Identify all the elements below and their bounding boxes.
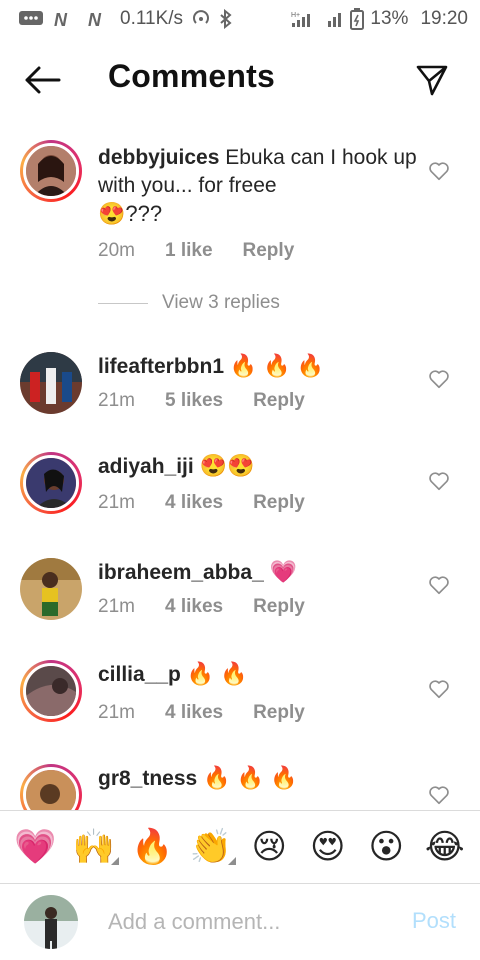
username[interactable]: adiyah_iji: [98, 455, 194, 478]
username[interactable]: debbyjuices: [98, 146, 219, 169]
comment-emoji: 😍😍: [199, 453, 255, 478]
username[interactable]: gr8_tness: [98, 767, 197, 790]
variant-indicator-icon: [227, 857, 236, 865]
current-user-avatar: [24, 895, 78, 949]
status-bar: N N 0.11K/s H+ 13% 19:20: [0, 0, 480, 38]
avatar[interactable]: [20, 140, 82, 202]
emoji-fire-button[interactable]: 🔥: [129, 827, 175, 867]
back-button[interactable]: [22, 60, 62, 100]
comment-text: lifeafterbbn1 🔥 🔥 🔥: [98, 352, 420, 381]
comment-text: adiyah_iji 😍😍: [98, 452, 420, 481]
variant-indicator-icon: [110, 857, 119, 865]
avatar[interactable]: [20, 660, 82, 722]
view-replies-button[interactable]: View 3 replies: [98, 292, 280, 314]
reply-button[interactable]: Reply: [253, 596, 305, 618]
likes-count[interactable]: 4 likes: [165, 492, 223, 514]
emoji-sad-button[interactable]: 😢: [246, 827, 292, 867]
view-replies-label: View 3 replies: [162, 292, 280, 313]
comment-text: cillia__p 🔥 🔥: [98, 660, 420, 689]
comment-composer: Post: [0, 884, 480, 960]
comment-text: debbyjuices Ebuka can I hook up with you…: [98, 144, 420, 229]
emoji-heart-eyes-button[interactable]: 😍: [305, 827, 351, 867]
comment-text: ibraheem_abba_ 💗: [98, 558, 420, 587]
add-comment-input[interactable]: [108, 904, 388, 940]
likes-count[interactable]: 5 likes: [165, 390, 223, 412]
share-button[interactable]: [412, 60, 452, 100]
chat-icon: [18, 10, 44, 28]
comment-time: 21m: [98, 596, 135, 617]
page-title: Comments: [108, 58, 275, 94]
comment-emoji: 🔥 🔥: [186, 661, 248, 686]
svg-text:N: N: [54, 10, 68, 28]
likes-count[interactable]: 1 like: [165, 240, 213, 262]
comment-time: 21m: [98, 492, 135, 513]
comment-time: 20m: [98, 240, 135, 261]
like-heart-icon[interactable]: [428, 678, 450, 700]
comment-meta: 21m 4 likes Reply: [98, 702, 305, 724]
post-button[interactable]: Post: [412, 908, 456, 934]
comment-emoji: 🔥 🔥 🔥: [229, 353, 325, 378]
emoji-raised-hands-button[interactable]: 🙌: [71, 827, 119, 867]
battery-icon: [350, 8, 365, 30]
signal-icon: H+: [290, 9, 320, 29]
like-heart-icon[interactable]: [428, 470, 450, 492]
emoji-tray: 💗 🙌 🔥 👏 😢 😍 😮 😂: [0, 810, 480, 884]
avatar[interactable]: [20, 452, 82, 514]
divider: [98, 302, 148, 304]
comment-time: 21m: [98, 390, 135, 411]
username[interactable]: lifeafterbbn1: [98, 355, 224, 378]
comment-emoji: 😍???: [98, 201, 163, 226]
comment-meta: 21m 4 likes Reply: [98, 492, 305, 514]
avatar[interactable]: [20, 558, 82, 620]
emoji-laughing-button[interactable]: 😂: [422, 827, 468, 867]
comment-meta: 21m 5 likes Reply: [98, 390, 305, 412]
like-heart-icon[interactable]: [428, 784, 450, 806]
svg-text:H+: H+: [291, 12, 300, 19]
comment-emoji: 💗: [269, 559, 297, 584]
comment-text: gr8_tness 🔥 🔥 🔥: [98, 764, 420, 793]
network-n-icon: N: [52, 10, 78, 28]
reply-button[interactable]: Reply: [253, 702, 305, 724]
clock: 19:20: [420, 8, 468, 29]
back-arrow-icon: [25, 66, 61, 94]
header: Comments: [0, 40, 480, 120]
like-heart-icon[interactable]: [428, 574, 450, 596]
emoji-clap-button[interactable]: 👏: [188, 827, 236, 867]
svg-text:N: N: [88, 10, 102, 28]
reply-button[interactable]: Reply: [253, 390, 305, 412]
network-n-icon: N: [86, 10, 112, 28]
username[interactable]: cillia__p: [98, 663, 181, 686]
likes-count[interactable]: 4 likes: [165, 596, 223, 618]
like-heart-icon[interactable]: [428, 368, 450, 390]
like-heart-icon[interactable]: [428, 160, 450, 182]
username[interactable]: ibraheem_abba_: [98, 561, 264, 584]
avatar[interactable]: [20, 764, 82, 810]
signal-icon: [326, 9, 344, 29]
emoji-surprised-button[interactable]: 😮: [363, 827, 409, 867]
comments-list[interactable]: debbyjuices Ebuka can I hook up with you…: [0, 130, 480, 810]
bluetooth-icon: [219, 9, 233, 29]
emoji-label: 👏: [189, 827, 232, 867]
avatar[interactable]: [20, 352, 82, 414]
comment-meta: 21m 4 likes Reply: [98, 596, 305, 618]
hotspot-icon: [191, 9, 211, 29]
likes-count[interactable]: 4 likes: [165, 702, 223, 724]
emoji-heart-button[interactable]: 💗: [12, 827, 58, 867]
reply-button[interactable]: Reply: [253, 492, 305, 514]
network-speed: 0.11K/s: [120, 8, 184, 29]
comment-time: 21m: [98, 702, 135, 723]
comment-meta: 20m 1 like Reply: [98, 240, 294, 262]
send-icon: [416, 65, 448, 96]
comment-emoji: 🔥 🔥 🔥: [203, 765, 298, 790]
emoji-label: 🙌: [72, 827, 115, 867]
reply-button[interactable]: Reply: [243, 240, 295, 262]
battery-level: 13%: [370, 8, 409, 29]
